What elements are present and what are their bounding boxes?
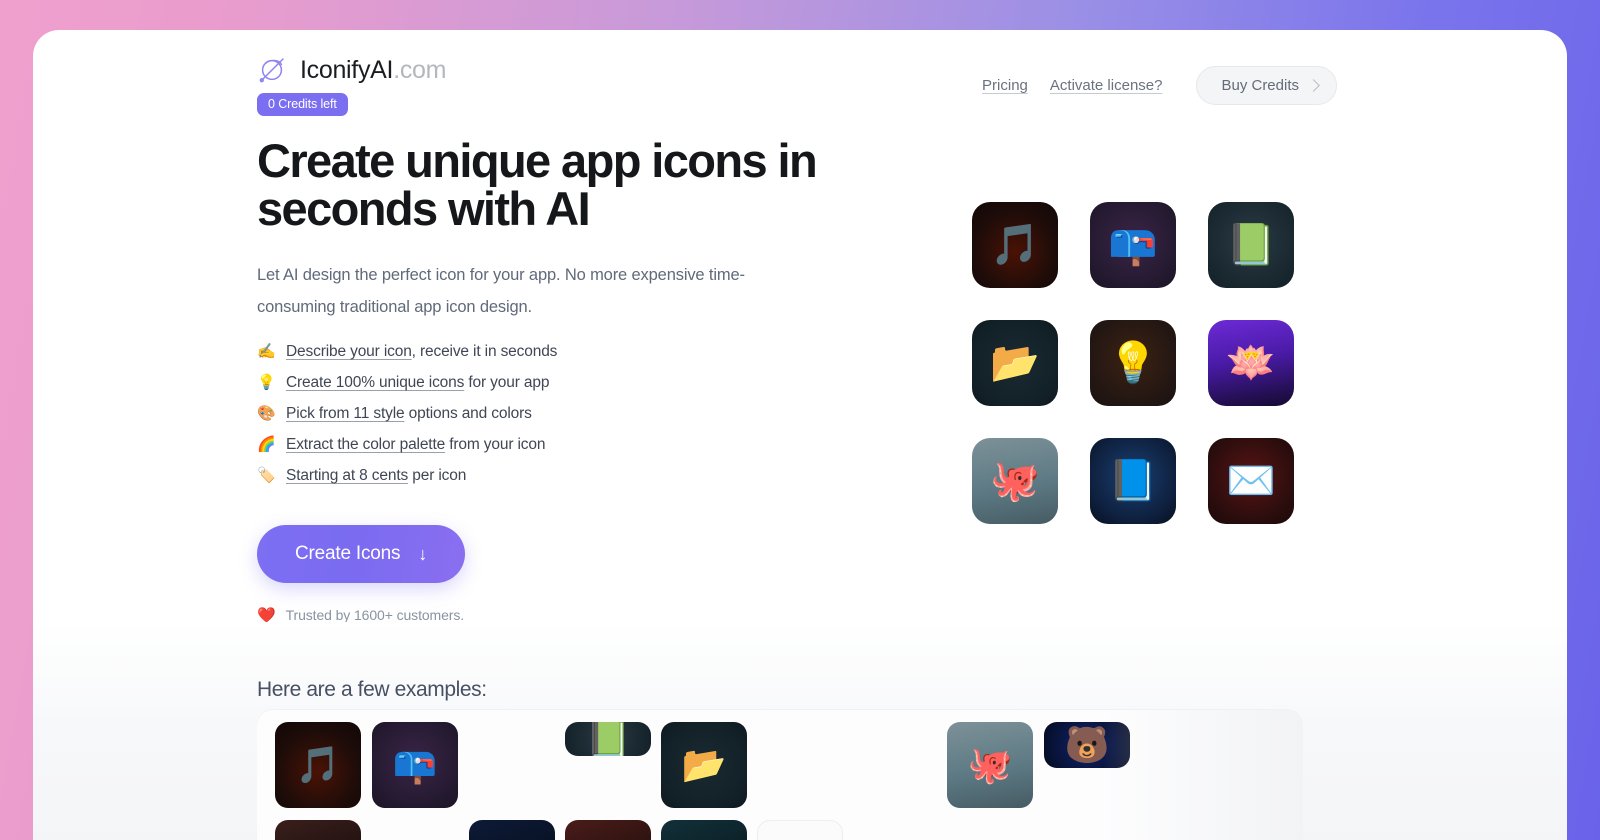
- icon-glyph: 🐙: [967, 744, 1013, 785]
- feature-link-palette[interactable]: Extract the color palette: [286, 436, 445, 453]
- icon-blue-book-app[interactable]: 📘: [1090, 438, 1176, 524]
- feature-item-describe: ✍️ Describe your icon, receive it in sec…: [257, 343, 897, 361]
- example-pink-mailbox[interactable]: 📪: [372, 722, 458, 808]
- icon-glyph: 📪: [392, 744, 438, 785]
- icon-glyph: 🎵: [295, 744, 341, 785]
- brand-name: IconifyAI.com: [300, 56, 446, 85]
- example-money-book[interactable]: 📗: [565, 722, 651, 756]
- buy-credits-button[interactable]: Buy Credits: [1196, 66, 1337, 105]
- nav-link-pricing[interactable]: Pricing: [982, 77, 1028, 94]
- trusted-by-text: Trusted by 1600+ customers.: [285, 607, 465, 624]
- example-folder-plus[interactable]: 📂: [661, 722, 747, 808]
- icon-lotus-flower[interactable]: 🪷: [1208, 320, 1294, 406]
- label-tag-emoji: 🏷️: [257, 467, 276, 485]
- arrow-down-icon: ↓: [418, 544, 428, 565]
- feature-link-describe[interactable]: Describe your icon: [286, 343, 412, 360]
- feature-rest: , receive it in seconds: [411, 343, 558, 361]
- icon-glyph: 📗: [585, 722, 631, 756]
- site-header: IconifyAI.com 0 Credits left Pricing Act…: [257, 55, 1337, 116]
- icon-glyph: 📗: [1226, 223, 1276, 267]
- page-title: Create unique app icons in seconds with …: [257, 134, 818, 235]
- brand-name-text: IconifyAI: [300, 55, 394, 84]
- nav-link-activate-license[interactable]: Activate license?: [1050, 77, 1163, 94]
- icon-glyph: 🐻: [1064, 724, 1110, 765]
- icon-fire-music-note[interactable]: 🎵: [972, 202, 1058, 288]
- create-icons-label: Create Icons: [295, 543, 401, 565]
- feature-item-styles: 🎨 Pick from 11 style options and colors: [257, 405, 897, 423]
- icon-money-book[interactable]: 📗: [1208, 202, 1294, 288]
- example-row2-b[interactable]: [469, 820, 555, 840]
- main-nav: Pricing Activate license? Buy Credits: [982, 66, 1337, 105]
- brand-block: IconifyAI.com 0 Credits left: [257, 55, 446, 116]
- example-pink-octopus[interactable]: 🐙: [947, 722, 1033, 808]
- credits-badge[interactable]: 0 Credits left: [257, 93, 348, 116]
- brand-tld-text: .com: [393, 55, 447, 84]
- icon-glyph: 🎵: [990, 223, 1040, 267]
- artist-palette-emoji: 🎨: [257, 405, 276, 423]
- feature-link-unique[interactable]: Create 100% unique icons: [286, 374, 464, 391]
- icon-red-envelope[interactable]: ✉️: [1208, 438, 1294, 524]
- app-window-card: IconifyAI.com 0 Credits left Pricing Act…: [33, 30, 1567, 840]
- example-row2-c[interactable]: [565, 820, 651, 840]
- example-row2-d[interactable]: [661, 820, 747, 840]
- feature-item-pricing: 🏷️ Starting at 8 cents per icon: [257, 467, 897, 485]
- light-bulb-emoji: 💡: [257, 374, 276, 392]
- rainbow-emoji: 🌈: [257, 436, 276, 454]
- icon-pink-mailbox[interactable]: 📪: [1090, 202, 1176, 288]
- example-fire-music-note[interactable]: 🎵: [275, 722, 361, 808]
- examples-heading: Here are a few examples:: [257, 678, 487, 701]
- feature-link-pricing[interactable]: Starting at 8 cents: [286, 467, 408, 484]
- icon-glyph: 📂: [681, 744, 727, 785]
- feature-text: Create 100% unique icons for your app: [286, 374, 549, 392]
- examples-gallery[interactable]: 🎵 📪 📗 📂 🐙 🐻: [257, 710, 1303, 840]
- feature-rest: options and colors: [404, 405, 532, 423]
- feature-item-palette: 🌈 Extract the color palette from your ic…: [257, 436, 897, 454]
- example-row2-e[interactable]: [757, 820, 843, 840]
- icon-pink-octopus[interactable]: 🐙: [972, 438, 1058, 524]
- icon-glyph: 💡: [1108, 341, 1158, 385]
- writing-hand-emoji: ✍️: [257, 343, 276, 361]
- feature-item-unique: 💡 Create 100% unique icons for your app: [257, 374, 897, 392]
- feature-rest: per icon: [408, 467, 467, 485]
- icon-glyph: 🐙: [990, 459, 1040, 503]
- create-icons-button[interactable]: Create Icons ↓: [257, 525, 466, 584]
- icon-glyph: 📪: [1108, 223, 1158, 267]
- hero-icon-grid: 🎵 📪 📗 📂 💡 🪷 🐙 📘 ✉️: [972, 202, 1294, 524]
- planet-orbit-icon: [259, 58, 284, 83]
- feature-list: ✍️ Describe your icon, receive it in sec…: [257, 343, 897, 485]
- brand-logo[interactable]: IconifyAI.com: [257, 55, 446, 85]
- hero-subtitle: Let AI design the perfect icon for your …: [257, 265, 745, 317]
- hero-content: Create unique app icons in seconds with …: [257, 137, 897, 624]
- icon-folder-plus[interactable]: 📂: [972, 320, 1058, 406]
- feature-rest: for your app: [464, 374, 550, 392]
- feature-text: Describe your icon, receive it in second…: [286, 343, 557, 361]
- icon-glyph: ✉️: [1226, 459, 1276, 503]
- feature-text: Extract the color palette from your icon: [286, 436, 546, 454]
- feature-text: Pick from 11 style options and colors: [286, 405, 532, 423]
- feature-rest: from your icon: [445, 436, 546, 454]
- chevron-right-icon: [1307, 79, 1320, 92]
- example-blue-bear[interactable]: 🐻: [1044, 722, 1130, 768]
- icon-glyph: 📂: [990, 341, 1040, 385]
- feature-link-styles[interactable]: Pick from 11 style: [286, 405, 405, 422]
- feature-text: Starting at 8 cents per icon: [286, 467, 466, 485]
- icon-light-bulb[interactable]: 💡: [1090, 320, 1176, 406]
- buy-credits-label: Buy Credits: [1221, 77, 1299, 94]
- icon-glyph: 🪷: [1226, 341, 1276, 385]
- example-row2-a[interactable]: [275, 820, 361, 840]
- icon-glyph: 📘: [1108, 459, 1158, 503]
